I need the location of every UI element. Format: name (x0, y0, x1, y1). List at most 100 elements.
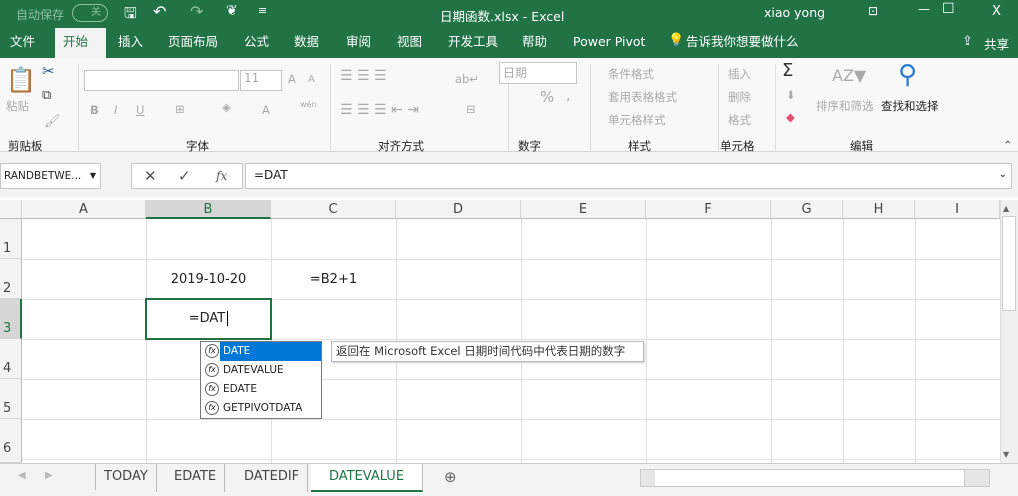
borders-icon[interactable]: ⊞ (175, 102, 185, 116)
autocomplete-item[interactable]: fx EDATE (201, 380, 321, 399)
row-header-1[interactable]: 1 (0, 219, 22, 259)
vertical-scroll-thumb[interactable] (1002, 216, 1016, 311)
collapse-ribbon-icon[interactable]: ⌃ (1003, 138, 1013, 152)
cell-styles-button[interactable]: 单元格样式 (608, 112, 666, 128)
cancel-button[interactable]: ✕ (144, 164, 157, 188)
font-size-select[interactable]: 11 (240, 70, 282, 91)
format-painter-icon[interactable]: 🖌 (44, 114, 61, 129)
font-name-select[interactable] (84, 70, 239, 91)
worksheet-grid[interactable]: A B C D E F G H I 1 2 3 4 5 6 2019-10-20… (0, 200, 1000, 463)
share-icon[interactable]: ⇪ (962, 34, 973, 49)
paste-icon[interactable]: 📋 (6, 66, 36, 94)
select-all-button[interactable] (0, 200, 22, 219)
cut-icon[interactable]: ✂ (42, 62, 55, 80)
name-box[interactable]: RANDBETWE... ▼ (0, 163, 101, 189)
conditional-format-button[interactable]: 条件格式 (608, 66, 654, 82)
find-select-button[interactable]: 查找和选择 (881, 98, 939, 114)
autocomplete-item[interactable]: fx GETPIVOTDATA (201, 399, 321, 418)
redo-icon[interactable]: ↷ (190, 2, 203, 21)
underline-button[interactable]: U (136, 103, 144, 117)
sort-filter-icon[interactable]: AZ▼ (832, 66, 866, 85)
column-header-e[interactable]: E (521, 200, 646, 219)
row-header-6[interactable]: 6 (0, 419, 22, 463)
scroll-tabs-left-icon[interactable]: ◀ (18, 470, 26, 481)
touch-mode-icon[interactable]: ❦ (226, 3, 238, 19)
grow-font-button[interactable]: A (288, 72, 296, 86)
tab-file[interactable]: 文件 (2, 28, 43, 58)
insert-cells-button[interactable]: 插入 (728, 66, 751, 82)
column-header-i[interactable]: I (915, 200, 1000, 219)
format-cells-button[interactable]: 格式 (728, 112, 751, 128)
sheet-tab-edate[interactable]: EDATE (166, 464, 226, 492)
italic-button[interactable]: I (114, 103, 117, 117)
comma-button[interactable]: , (566, 88, 570, 104)
font-color-button[interactable]: A (262, 103, 270, 117)
formula-input[interactable]: =DAT ⌄ (245, 163, 1012, 189)
tab-insert[interactable]: 插入 (110, 28, 151, 58)
cell-b3-active[interactable]: =DAT (145, 298, 272, 340)
column-header-h[interactable]: H (843, 200, 915, 219)
copy-icon[interactable]: ⧉ (42, 88, 51, 103)
phonetic-button[interactable]: wén (300, 100, 317, 109)
tab-page-layout[interactable]: 页面布局 (160, 28, 226, 58)
column-header-b[interactable]: B (146, 200, 271, 219)
share-button[interactable]: 共享 (984, 34, 1009, 53)
undo-icon[interactable]: ↶ (153, 2, 166, 21)
scroll-tabs-right-icon[interactable]: ▶ (45, 470, 53, 481)
tab-data[interactable]: 数据 (286, 28, 327, 58)
sort-filter-button[interactable]: 排序和筛选 (816, 98, 874, 114)
fill-icon[interactable]: ⬇ (786, 88, 796, 102)
tab-formulas[interactable]: 公式 (236, 28, 277, 58)
sheet-tab-datedif[interactable]: DATEDIF (236, 464, 309, 492)
insert-function-button[interactable]: fx (216, 164, 227, 188)
tab-home[interactable]: 开始 (55, 28, 106, 58)
autosave-toggle[interactable]: 关 (72, 4, 108, 22)
tell-me-search[interactable]: 告诉我你想要做什么 (678, 28, 807, 58)
number-format-select[interactable]: 日期 (499, 62, 577, 84)
tab-developer[interactable]: 开发工具 (440, 28, 506, 58)
horizontal-scroll-thumb[interactable] (655, 470, 965, 486)
align-top-icon[interactable]: ☰ ☰ ☰ (340, 68, 387, 84)
new-sheet-icon[interactable]: ⊕ (444, 468, 457, 486)
clear-icon[interactable]: ◆ (786, 110, 795, 124)
tab-power-pivot[interactable]: Power Pivot (565, 28, 653, 58)
tab-help[interactable]: 帮助 (514, 28, 555, 58)
enter-button[interactable]: ✓ (178, 164, 191, 188)
column-header-c[interactable]: C (271, 200, 396, 219)
align-left-icon[interactable]: ☰ ☰ ☰ ⇤ ⇥ (340, 102, 419, 118)
row-header-3[interactable]: 3 (0, 299, 22, 339)
shrink-font-button[interactable]: A (308, 74, 315, 85)
customize-toolbar-icon[interactable]: ≡ (258, 4, 267, 17)
bold-button[interactable]: B (90, 103, 99, 117)
vertical-scrollbar[interactable]: ▲ ▼ (1000, 200, 1018, 463)
find-icon[interactable]: ⚲ (898, 60, 917, 90)
column-header-f[interactable]: F (646, 200, 771, 219)
format-as-table-button[interactable]: 套用表格格式 (608, 89, 677, 105)
delete-cells-button[interactable]: 删除 (728, 89, 751, 105)
sheet-tab-today[interactable]: TODAY (96, 464, 157, 492)
column-header-a[interactable]: A (22, 200, 146, 219)
maximize-button[interactable]: ☐ (942, 1, 955, 17)
fill-color-icon[interactable]: ◈ (222, 100, 231, 114)
row-header-4[interactable]: 4 (0, 339, 22, 379)
percent-button[interactable]: % (540, 88, 554, 106)
save-icon[interactable]: 🖫 (124, 3, 137, 28)
row-header-2[interactable]: 2 (0, 259, 22, 299)
wrap-text-icon[interactable]: ab↵ (455, 72, 479, 86)
autosum-button[interactable]: Σ (782, 60, 793, 81)
ribbon-display-icon[interactable]: ⊡ (868, 4, 878, 18)
cell-b2[interactable]: 2019-10-20 (146, 272, 271, 287)
horizontal-scrollbar[interactable] (640, 469, 990, 487)
column-header-d[interactable]: D (396, 200, 521, 219)
close-button[interactable]: X (992, 4, 1001, 19)
row-header-5[interactable]: 5 (0, 379, 22, 419)
minimize-button[interactable]: — (918, 2, 930, 16)
cell-c2[interactable]: =B2+1 (271, 272, 396, 287)
paste-button[interactable]: 粘贴 (6, 98, 29, 114)
tab-review[interactable]: 审阅 (338, 28, 379, 58)
column-header-g[interactable]: G (771, 200, 843, 219)
merge-center-icon[interactable]: ⊟ (466, 102, 476, 116)
user-name[interactable]: xiao yong (764, 5, 825, 20)
autocomplete-item[interactable]: fx DATE (201, 342, 321, 361)
sheet-tab-datevalue[interactable]: DATEVALUE (311, 464, 423, 492)
